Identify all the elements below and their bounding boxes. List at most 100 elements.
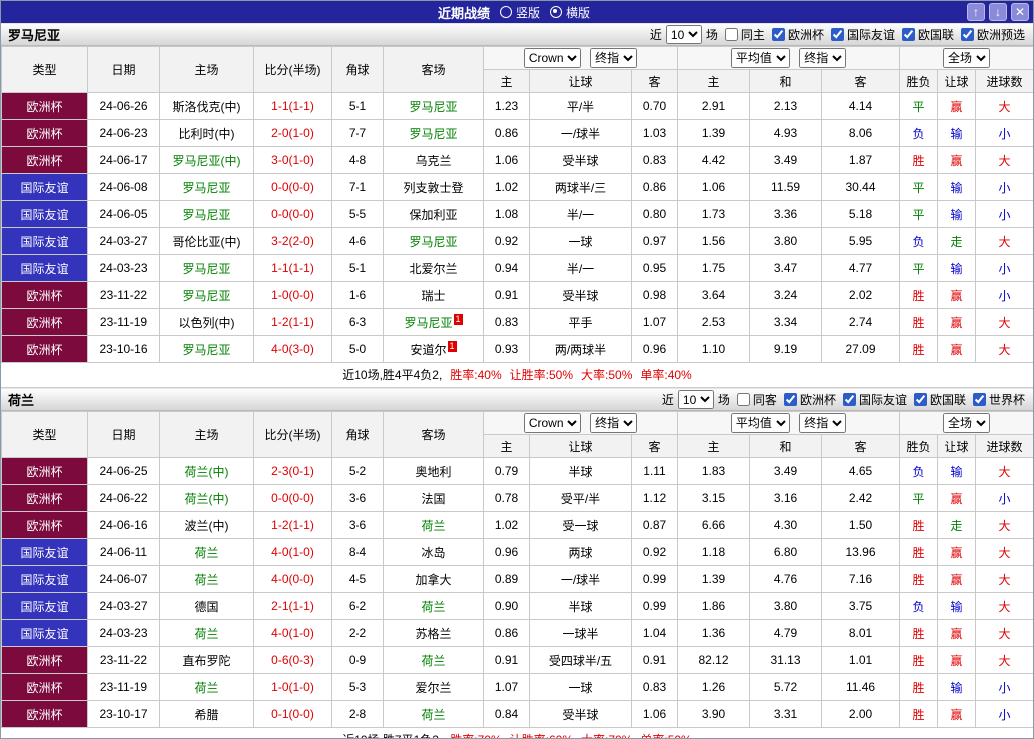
layout-radio-group: 竖版 横版 xyxy=(499,4,596,21)
score-cell: 0-0(0-0) xyxy=(253,200,332,228)
move-up-button[interactable]: ↑ xyxy=(967,3,985,21)
competition-checkbox[interactable] xyxy=(783,393,797,406)
result-scope-header: 全场 xyxy=(899,411,1033,435)
result-cell: 小 xyxy=(975,281,1033,309)
match-row: 欧洲杯 23-11-22 直布罗陀 0-6(0-3) 0-9 荷兰 0.91 受四球半/五 0.… xyxy=(1,646,1033,674)
result-cell: 小 xyxy=(975,119,1033,147)
odds-cell: 2.02 xyxy=(821,281,901,309)
odds-cell: 1.01 xyxy=(821,646,901,674)
odds-cell: 3.49 xyxy=(749,457,823,485)
result-cell: 输 xyxy=(937,673,977,701)
competition-cell: 欧洲杯 xyxy=(1,281,88,309)
bookmaker-select[interactable]: Crown xyxy=(523,413,581,433)
recent-count-select[interactable]: 10 xyxy=(665,25,702,44)
odds-cell: 1.87 xyxy=(821,146,901,174)
odds-cell: 受半球 xyxy=(529,146,632,174)
scope-select[interactable]: 全场 xyxy=(943,48,991,68)
same-venue-checkbox[interactable] xyxy=(724,28,738,41)
layout-radio-icon[interactable] xyxy=(550,6,562,18)
result-cell: 平 xyxy=(899,92,939,120)
move-down-button[interactable]: ↓ xyxy=(989,3,1007,21)
layout-radio-label: 竖版 xyxy=(515,5,540,20)
odds-cell: 受半球 xyxy=(529,281,632,309)
competition-checkbox[interactable] xyxy=(972,393,986,406)
odds-cell: 0.96 xyxy=(630,335,679,363)
final-odds-select[interactable]: 终指 xyxy=(799,413,847,433)
score-cell: 4-0(0-0) xyxy=(253,565,332,593)
result-cell: 赢 xyxy=(937,538,977,566)
col-header-handicap-result: 让球 xyxy=(937,69,977,93)
competition-checkbox-label: 国际友谊 xyxy=(846,28,895,42)
competition-checkbox-label: 欧洲杯 xyxy=(787,28,824,42)
match-row: 国际友谊 24-03-23 罗马尼亚 1-1(1-1) 5-1 北爱尔兰 0.94 半/一 0.… xyxy=(1,254,1033,282)
away-team-cell: 奥地利 xyxy=(383,457,484,485)
result-cell: 平 xyxy=(899,484,939,512)
competition-cell: 欧洲杯 xyxy=(1,335,88,363)
odds-cell: 0.92 xyxy=(483,227,530,255)
final-odds-select[interactable]: 终指 xyxy=(590,48,638,68)
date-cell: 24-06-17 xyxy=(87,146,160,174)
average-odds-header: 平均值 终指 xyxy=(677,46,901,70)
layout-radio-icon[interactable] xyxy=(499,6,512,18)
result-cell: 胜 xyxy=(899,565,939,593)
competition-cell: 国际友谊 xyxy=(1,173,88,201)
odds-cell: 一球半 xyxy=(529,619,632,647)
odds-cell: 0.93 xyxy=(483,335,530,363)
corner-cell: 6-3 xyxy=(331,308,384,336)
titlebar-buttons: ↑ ↓ ✕ xyxy=(967,3,1029,21)
same-venue-checkbox[interactable] xyxy=(736,393,750,406)
date-cell: 24-06-22 xyxy=(87,484,160,512)
date-cell: 24-03-23 xyxy=(87,619,160,647)
odds-cell: 2.13 xyxy=(749,92,823,120)
close-icon[interactable]: ✕ xyxy=(1011,3,1029,21)
competition-checkbox[interactable] xyxy=(960,28,974,41)
odds-cell: 3.15 xyxy=(677,484,751,512)
odds-cell: 0.91 xyxy=(483,646,530,674)
summary-stat: 大率:50% xyxy=(581,368,633,382)
match-row: 欧洲杯 24-06-26 斯洛伐克(中) 1-1(1-1) 5-1 罗马尼亚 1.23 平/半… xyxy=(1,92,1033,120)
odds-cell: 一球 xyxy=(529,673,632,701)
final-odds-select[interactable]: 终指 xyxy=(590,413,638,433)
competition-cell: 国际友谊 xyxy=(1,538,88,566)
competition-checkbox[interactable] xyxy=(901,28,915,41)
result-cell: 平 xyxy=(899,200,939,228)
recent-count-select[interactable]: 10 xyxy=(677,390,714,409)
results-table: 类型 日期 主场 比分(半场) 角球 客场 Crown 终指 平均值 终指 全场… xyxy=(1,46,1033,363)
scope-select[interactable]: 全场 xyxy=(943,413,991,433)
result-cell: 走 xyxy=(937,227,977,255)
bookmaker-select[interactable]: Crown xyxy=(523,48,581,68)
odds-cell: 4.42 xyxy=(677,146,751,174)
average-select[interactable]: 平均值 xyxy=(730,48,790,68)
odds-cell: 11.59 xyxy=(749,173,823,201)
corner-cell: 0-9 xyxy=(331,646,384,674)
competition-checkbox-label: 欧洲杯 xyxy=(799,393,836,407)
home-team-cell: 荷兰 xyxy=(159,673,254,701)
home-team-cell: 荷兰 xyxy=(159,565,254,593)
window-title: 近期战绩 xyxy=(437,5,490,21)
competition-checkbox[interactable] xyxy=(830,28,844,41)
home-team-cell: 罗马尼亚 xyxy=(159,200,254,228)
final-odds-select[interactable]: 终指 xyxy=(799,48,847,68)
away-team-cell: 荷兰 xyxy=(383,592,484,620)
col-header-handicap-result: 让球 xyxy=(937,434,977,458)
match-row: 国际友谊 24-03-27 哥伦比亚(中) 3-2(2-0) 4-6 罗马尼亚 0.92 一球… xyxy=(1,227,1033,255)
date-cell: 23-11-22 xyxy=(87,281,160,309)
odds-cell: 5.18 xyxy=(821,200,901,228)
average-select[interactable]: 平均值 xyxy=(730,413,790,433)
odds-cell: 2.53 xyxy=(677,308,751,336)
competition-checkbox[interactable] xyxy=(842,393,856,406)
away-team-cell: 冰岛 xyxy=(383,538,484,566)
competition-checkbox[interactable] xyxy=(771,28,785,41)
home-team-cell: 罗马尼亚 xyxy=(159,254,254,282)
result-cell: 胜 xyxy=(899,673,939,701)
section-header: 罗马尼亚 近 10 场 同主 欧洲杯 国际友谊 欧国联 欧洲预选 xyxy=(1,23,1033,46)
summary-stat: 单率:40% xyxy=(640,368,692,382)
titlebar-center: 近期战绩 竖版 横版 xyxy=(1,1,1033,23)
date-cell: 24-03-27 xyxy=(87,592,160,620)
odds-cell: 5.72 xyxy=(749,673,823,701)
competition-checkbox[interactable] xyxy=(913,393,927,406)
results-table: 类型 日期 主场 比分(半场) 角球 客场 Crown 终指 平均值 终指 全场… xyxy=(1,411,1033,728)
date-cell: 24-06-11 xyxy=(87,538,160,566)
away-team-cell: 罗马尼亚 xyxy=(383,227,484,255)
odds-cell: 0.90 xyxy=(483,592,530,620)
